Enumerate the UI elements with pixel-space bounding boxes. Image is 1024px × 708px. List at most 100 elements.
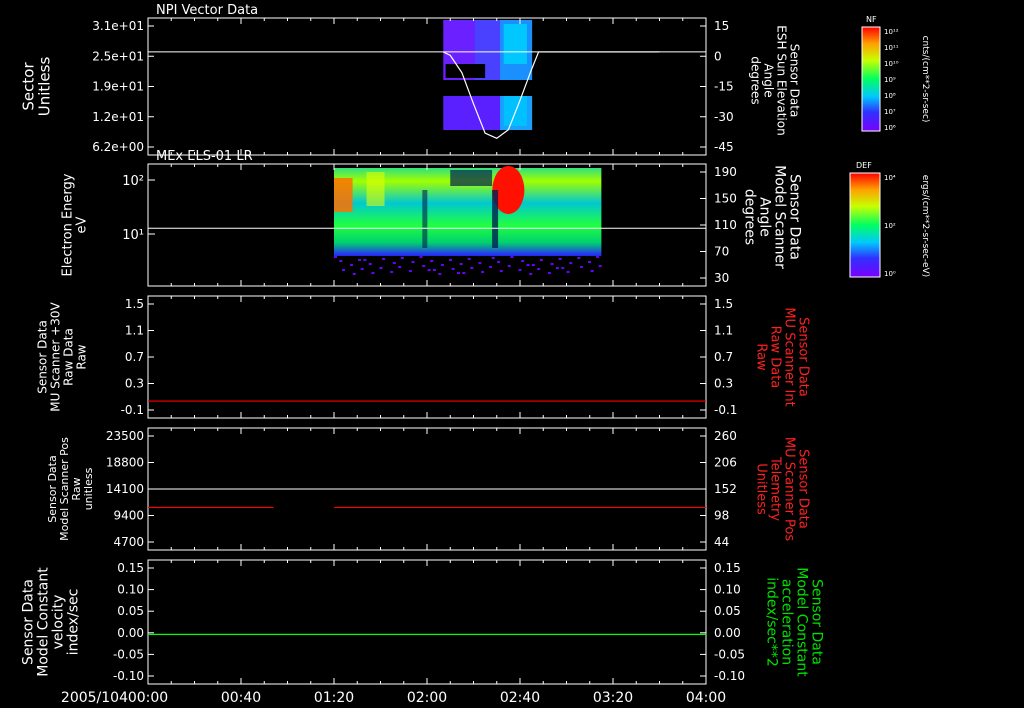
- y-axis-label-left-line: MU Scanner +30V: [49, 302, 63, 412]
- colorbar-tick: 10⁰: [884, 270, 896, 278]
- y-tick-label-left: 2.5e+01: [92, 49, 144, 63]
- panel-title: NPI Vector Data: [156, 3, 258, 18]
- x-tick-label: 01:20: [314, 690, 354, 706]
- y-tick-label-right: 0.05: [714, 604, 741, 618]
- colorbar-tick: 10⁶: [884, 124, 896, 132]
- y-axis-label-right-line: ESH Sun Elevation: [774, 25, 788, 135]
- els-noise: [363, 259, 367, 261]
- els-noise: [539, 259, 543, 261]
- els-noise: [566, 271, 570, 273]
- y-tick-label-right: 0: [714, 49, 722, 63]
- y-axis-label-right-line: MU Scanner Pos: [781, 437, 796, 542]
- els-noise: [598, 265, 602, 267]
- els-noise: [510, 256, 514, 258]
- els-noise: [334, 256, 337, 258]
- els-noise: [590, 270, 594, 272]
- y-tick-label-left: 23500: [106, 429, 144, 443]
- els-noise: [352, 273, 356, 275]
- y-tick-label-left: 1.1: [125, 324, 144, 338]
- els-noise: [478, 262, 482, 264]
- y-tick-label-right: 0.7: [714, 350, 733, 364]
- y-tick-label-right: -15: [714, 80, 734, 94]
- colorbar-tick: 10⁴: [884, 174, 896, 182]
- y-tick-label-right: 70: [714, 245, 729, 259]
- y-tick-label-right: -30: [714, 110, 734, 124]
- y-axis-label-right-line: acceleration: [779, 579, 795, 665]
- y-tick-label-left: 0.3: [125, 377, 144, 391]
- y-tick-label-right: 0.15: [714, 561, 741, 575]
- colorbar-label: DEF: [856, 161, 872, 170]
- npi-cell: [474, 96, 482, 130]
- y-axis-label-left-line: Sensor Data: [20, 579, 36, 665]
- els-noise: [555, 267, 559, 269]
- y-tick-label-right: -0.10: [714, 669, 745, 683]
- y-axis-label-right-line: Angle: [757, 197, 773, 237]
- y-tick-label-left: 0.05: [117, 604, 144, 618]
- panel-frame-1: [147, 17, 707, 156]
- els-dropout: [492, 190, 499, 248]
- x-axis-date: 2005/104: [61, 690, 128, 706]
- y-tick-label-left: 0.00: [117, 626, 144, 640]
- els-noise: [342, 269, 346, 271]
- els-noise: [481, 271, 485, 273]
- y-axis-label-right-line: Sensor Data: [795, 449, 810, 529]
- els-noise: [518, 269, 522, 271]
- els-noise: [507, 265, 511, 267]
- els-noise: [526, 264, 530, 266]
- panel-frame-3: [147, 295, 707, 419]
- y-tick-label-left: 1.2e+01: [92, 110, 144, 124]
- y-tick-label-right: 110: [714, 218, 737, 232]
- y-axis-label-left: Sensor Data Model Constant velocity index/s…: [20, 567, 81, 677]
- els-dropout: [450, 170, 493, 186]
- y-tick-label-right: 0.00: [714, 626, 741, 640]
- y-axis-label-right: Sensor DataMU Scanner IntRaw DataRaw: [753, 307, 810, 406]
- y-tick-label-right: 260: [714, 429, 737, 443]
- x-tick-label: 02:00: [407, 690, 447, 706]
- colorbar-units-line: ergs/(cm**2-sr-sec-eV): [920, 175, 930, 277]
- y-axis-label-right-line: Sensor Data: [787, 174, 803, 260]
- els-noise: [462, 272, 466, 274]
- chart-canvas: 3.1e+012.5e+011.9e+011.2e+016.2e+00150-1…: [19, 3, 930, 706]
- els-noise: [470, 267, 474, 269]
- els-noise: [577, 257, 581, 259]
- y-axis-label-left: Electron Energy eV: [61, 173, 90, 276]
- els-noise: [467, 258, 471, 260]
- x-tick-label: 04:00: [686, 690, 726, 706]
- x-tick-label: 00:40: [221, 690, 261, 706]
- y-tick-label-right: 98: [714, 509, 729, 523]
- els-noise: [350, 264, 354, 266]
- els-noise: [360, 268, 364, 270]
- y-tick-label-left: 18800: [106, 456, 144, 470]
- npi-cell: [462, 96, 470, 130]
- colorbar-tick: 10²: [884, 222, 896, 230]
- y-axis-label-right: Sensor DataMU Scanner PosTelemetryUnitle…: [753, 437, 810, 542]
- els-noise: [358, 259, 362, 261]
- y-axis-label-right-line: degrees: [742, 189, 758, 245]
- y-tick-label-right: 15: [714, 19, 729, 33]
- panel-title: MEx ELS-01 LR: [156, 149, 253, 164]
- npi-gap: [445, 64, 486, 78]
- y-tick-label-right: 0.3: [714, 377, 733, 391]
- y-tick-label-right: 190: [714, 165, 737, 179]
- y-tick-label-left: 10¹: [122, 228, 144, 243]
- els-noise: [368, 263, 372, 265]
- colorbar-tick: 10¹¹: [884, 44, 899, 52]
- x-tick-label: 03:20: [593, 690, 633, 706]
- y-axis-label-right-line: Model Constant: [794, 567, 810, 677]
- els-noise: [371, 272, 375, 274]
- els-noise: [529, 273, 533, 275]
- y-axis-label-left: Sensor Data MU Scanner +30V Raw Data Raw: [36, 302, 89, 412]
- y-tick-label-right: -45: [714, 140, 734, 154]
- y-axis-label-left-line: index/sec: [65, 589, 81, 656]
- npi-cell: [455, 96, 463, 130]
- y-tick-label-right: 0.10: [714, 583, 741, 597]
- y-axis-label-right-line: Raw: [753, 343, 768, 371]
- els-noise: [491, 257, 495, 259]
- colorbar-tick: 10⁹: [884, 76, 896, 84]
- colorbar-tick: 10¹²: [884, 28, 899, 36]
- y-tick-label-left: -0.1: [121, 403, 144, 417]
- colorbar-tick: 10⁷: [884, 108, 896, 116]
- y-tick-label-right: 150: [714, 192, 737, 206]
- y-axis-label-left: Sensor Data Model Scanner Pos Raw unitless: [46, 437, 95, 541]
- colorbar: [849, 172, 881, 278]
